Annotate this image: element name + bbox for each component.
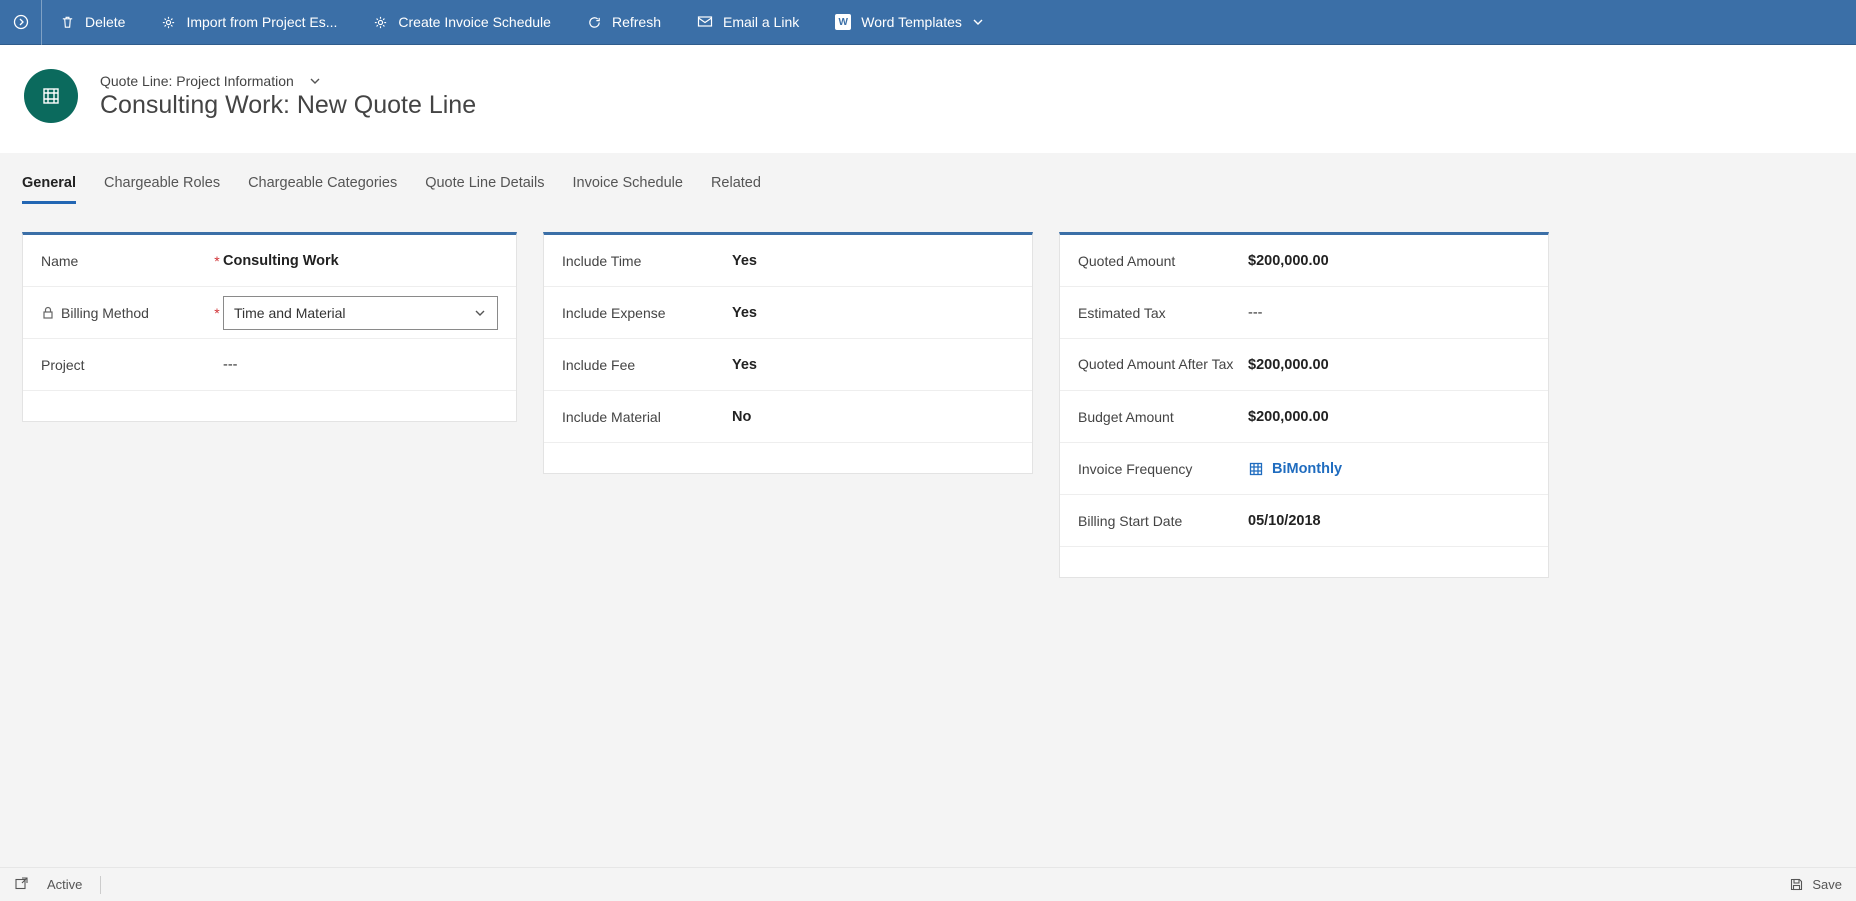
record-header: Quote Line: Project Information Consulti… [0,45,1856,153]
delete-label: Delete [85,14,125,30]
tab-chargeable-roles[interactable]: Chargeable Roles [104,175,220,204]
required-indicator: * [211,305,223,321]
import-label: Import from Project Es... [186,14,337,30]
include-time-label: Include Time [562,253,641,269]
estimated-tax-label: Estimated Tax [1078,305,1166,321]
invoice-frequency-label: Invoice Frequency [1078,461,1192,477]
budget-amount-value: $200,000.00 [1248,409,1530,425]
name-label: Name [41,253,78,269]
expand-panel-button[interactable] [0,0,42,45]
estimated-tax-value: --- [1248,305,1530,321]
tab-general[interactable]: General [22,175,76,204]
refresh-label: Refresh [612,14,661,30]
email-link-button[interactable]: Email a Link [679,0,817,45]
lookup-icon [1248,461,1264,477]
billing-label: Billing Method [61,305,149,321]
word-templates-label: Word Templates [861,14,962,30]
field-billing-method: Billing Method * Time and Material [23,287,516,339]
page-title: Consulting Work: New Quote Line [100,91,476,120]
main-area: General Chargeable Roles Chargeable Cate… [0,153,1856,867]
save-button[interactable]: Save [1789,877,1842,892]
field-include-material[interactable]: Include Material No [544,391,1032,443]
import-project-button[interactable]: Import from Project Es... [143,0,355,45]
include-time-value: Yes [732,253,1014,269]
chevron-right-circle-icon [13,14,29,30]
field-budget-amount[interactable]: Budget Amount $200,000.00 [1060,391,1548,443]
project-value: --- [223,357,498,373]
required-indicator: * [211,253,223,269]
chevron-down-icon [308,74,322,88]
quoted-after-tax-value: $200,000.00 [1248,357,1530,373]
field-include-fee[interactable]: Include Fee Yes [544,339,1032,391]
lock-icon [41,306,55,320]
name-value: Consulting Work [223,253,498,269]
chevron-down-icon [972,16,984,28]
include-material-label: Include Material [562,409,661,425]
save-label: Save [1812,877,1842,892]
billing-start-label: Billing Start Date [1078,513,1182,529]
field-quoted-amount[interactable]: Quoted Amount $200,000.00 [1060,235,1548,287]
gear-icon [373,15,388,30]
card-amounts: Quoted Amount $200,000.00 Estimated Tax … [1059,232,1549,578]
create-schedule-label: Create Invoice Schedule [398,14,551,30]
include-expense-label: Include Expense [562,305,666,321]
chevron-down-icon [473,306,487,320]
entity-icon [24,69,78,123]
status-text: Active [47,877,82,892]
invoice-frequency-text: BiMonthly [1272,461,1342,477]
email-link-label: Email a Link [723,14,799,30]
popout-button[interactable] [14,876,29,894]
save-icon [1789,877,1804,892]
word-icon: W [835,14,851,30]
tab-chargeable-categories[interactable]: Chargeable Categories [248,175,397,204]
refresh-button[interactable]: Refresh [569,0,679,45]
quoted-after-tax-label: Quoted Amount After Tax [1078,356,1233,374]
refresh-icon [587,15,602,30]
budget-amount-label: Budget Amount [1078,409,1174,425]
email-icon [697,15,713,29]
tab-related[interactable]: Related [711,175,761,204]
field-estimated-tax[interactable]: Estimated Tax --- [1060,287,1548,339]
field-invoice-frequency[interactable]: Invoice Frequency BiMonthly [1060,443,1548,495]
billing-method-select[interactable]: Time and Material [223,296,498,330]
tab-invoice-schedule[interactable]: Invoice Schedule [573,175,683,204]
card-basic: Name * Consulting Work Billing Method * … [22,232,517,422]
breadcrumb-text: Quote Line: Project Information [100,73,294,89]
field-quoted-after-tax[interactable]: Quoted Amount After Tax $200,000.00 [1060,339,1548,391]
gear-icon [161,15,176,30]
tab-quote-line-details[interactable]: Quote Line Details [425,175,544,204]
field-name[interactable]: Name * Consulting Work [23,235,516,287]
field-project[interactable]: Project --- [23,339,516,391]
breadcrumb[interactable]: Quote Line: Project Information [100,73,476,89]
quoted-amount-value: $200,000.00 [1248,253,1530,269]
include-fee-value: Yes [732,357,1014,373]
billing-method-value: Time and Material [234,305,346,321]
cards-row: Name * Consulting Work Billing Method * … [0,204,1856,578]
popout-icon [14,876,29,891]
card-includes: Include Time Yes Include Expense Yes Inc… [543,232,1033,474]
delete-button[interactable]: Delete [42,0,143,45]
create-invoice-schedule-button[interactable]: Create Invoice Schedule [355,0,569,45]
status-divider [100,876,101,894]
command-bar: Delete Import from Project Es... Create … [0,0,1856,45]
word-templates-button[interactable]: W Word Templates [817,0,1002,45]
project-label: Project [41,357,85,373]
include-fee-label: Include Fee [562,357,635,373]
include-expense-value: Yes [732,305,1014,321]
field-include-time[interactable]: Include Time Yes [544,235,1032,287]
trash-icon [60,15,75,30]
quoted-amount-label: Quoted Amount [1078,253,1175,269]
status-bar: Active Save [0,867,1856,901]
field-billing-start-date[interactable]: Billing Start Date 05/10/2018 [1060,495,1548,547]
invoice-frequency-value[interactable]: BiMonthly [1248,461,1530,477]
field-include-expense[interactable]: Include Expense Yes [544,287,1032,339]
tab-list: General Chargeable Roles Chargeable Cate… [0,153,1856,204]
billing-start-value: 05/10/2018 [1248,513,1530,529]
include-material-value: No [732,409,1014,425]
